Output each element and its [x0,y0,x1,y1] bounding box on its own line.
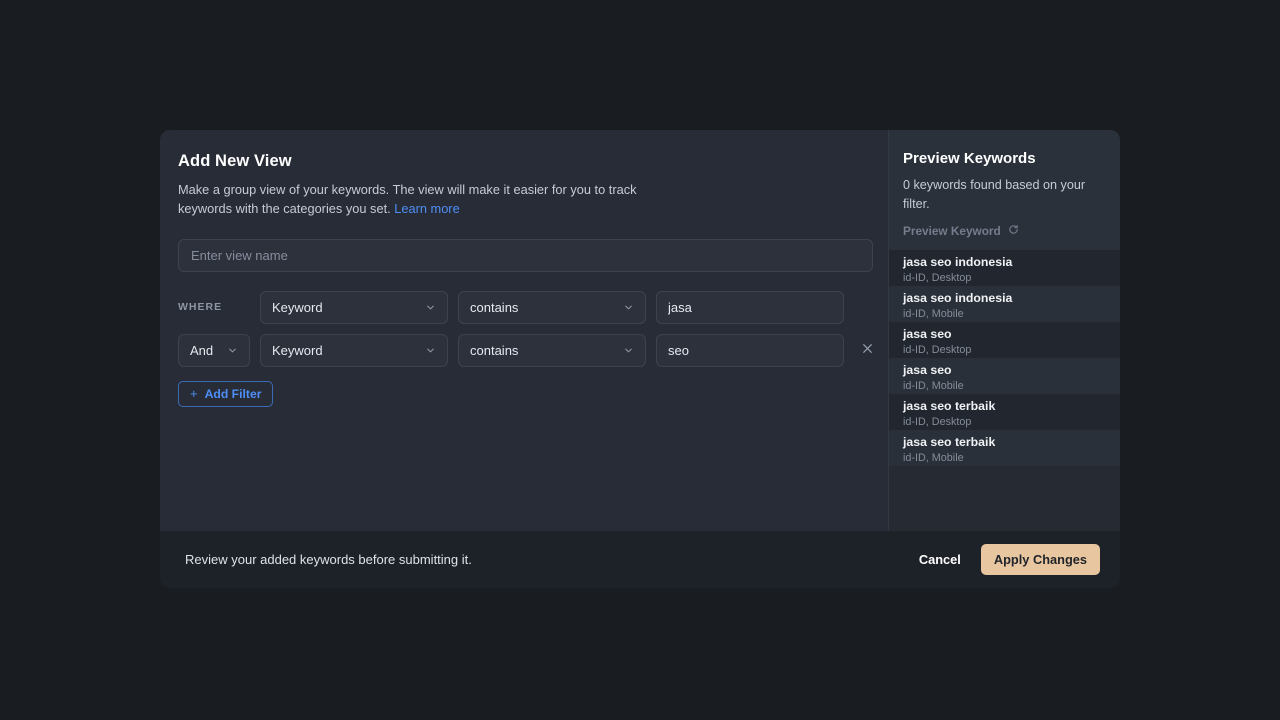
view-config-pane: Add New View Make a group view of your k… [160,130,889,531]
view-name-input[interactable] [178,238,873,272]
close-icon [861,342,874,358]
preview-header: Preview Keywords 0 keywords found based … [889,130,1120,250]
filter-value-input-1[interactable] [656,333,844,367]
filter-field-select-0[interactable]: Keyword [260,290,448,324]
preview-keyword-refresh[interactable]: Preview Keyword [903,224,1106,238]
app-root: Add New View Make a group view of your k… [0,0,1280,720]
dialog-title: Add New View [178,152,292,170]
plus-icon: + [190,386,198,402]
where-label: WHERE [178,301,223,314]
add-new-view-dialog: Add New View Make a group view of your k… [160,130,1120,588]
keyword-name: jasa seo terbaik [903,398,996,413]
filter-conjunction-select-1[interactable]: And [178,333,250,367]
list-item[interactable]: jasa seo indonesia id-ID, Desktop [889,249,1120,286]
dialog-body: Add New View Make a group view of your k… [160,130,1120,531]
filter-row: And Keyword contains [178,333,872,367]
remove-filter-button-1[interactable] [856,339,878,361]
filter-operator-select-0[interactable]: contains [458,290,646,324]
chevron-down-icon [425,345,436,356]
chevron-down-icon [425,302,436,313]
keyword-name: jasa seo indonesia [903,254,1013,269]
cancel-button[interactable]: Cancel [905,544,975,575]
keyword-name: jasa seo indonesia [903,290,1013,305]
filter-field-select-1[interactable]: Keyword [260,333,448,367]
list-item[interactable]: jasa seo id-ID, Mobile [889,357,1120,394]
dialog-footer: Review your added keywords before submit… [160,531,1120,588]
list-item[interactable]: jasa seo terbaik id-ID, Desktop [889,393,1120,430]
chevron-down-icon [227,345,238,356]
preview-keyword-label: Preview Keyword [903,223,1001,238]
footer-note: Review your added keywords before submit… [185,552,472,567]
preview-keyword-list: jasa seo indonesia id-ID, Desktop jasa s… [889,249,1120,531]
filter-field-value-1: Keyword [272,342,323,358]
filter-operator-value-1: contains [470,342,519,358]
filter-operator-select-1[interactable]: contains [458,333,646,367]
apply-changes-button[interactable]: Apply Changes [980,544,1100,575]
preview-keywords-pane: Preview Keywords 0 keywords found based … [889,130,1120,531]
filter-list: WHERE Keyword contains jasa And Keyword … [178,290,872,407]
chevron-down-icon [623,302,634,313]
filter-field-value-0: Keyword [272,299,323,315]
list-item[interactable]: jasa seo terbaik id-ID, Mobile [889,429,1120,466]
preview-summary: 0 keywords found based on your filter. [903,178,1086,211]
list-item[interactable]: jasa seo id-ID, Desktop [889,321,1120,358]
preview-title: Preview Keywords [903,150,1036,167]
refresh-icon [1008,224,1019,238]
list-item[interactable]: jasa seo indonesia id-ID, Mobile [889,285,1120,322]
add-filter-button[interactable]: + Add Filter [178,380,274,407]
keyword-meta: id-ID, Desktop [903,416,972,429]
filter-operator-value-0: contains [470,299,519,315]
filter-value-input-0[interactable] [656,290,844,324]
keyword-name: jasa seo terbaik [903,434,996,449]
keyword-name: jasa seo [903,362,952,377]
add-filter-label: Add Filter [204,386,262,401]
keyword-meta: id-ID, Mobile [903,452,964,465]
keyword-meta: id-ID, Desktop [903,344,972,357]
keyword-name: jasa seo [903,326,952,341]
keyword-meta: id-ID, Mobile [903,380,964,393]
keyword-meta: id-ID, Desktop [903,272,972,285]
keyword-meta: id-ID, Mobile [903,308,964,321]
filter-conjunction-value-1: And [190,342,214,358]
chevron-down-icon [623,345,634,356]
dialog-description: Make a group view of your keywords. The … [178,180,656,219]
learn-more-link[interactable]: Learn more [394,201,459,216]
filter-row: WHERE Keyword contains [178,290,870,324]
